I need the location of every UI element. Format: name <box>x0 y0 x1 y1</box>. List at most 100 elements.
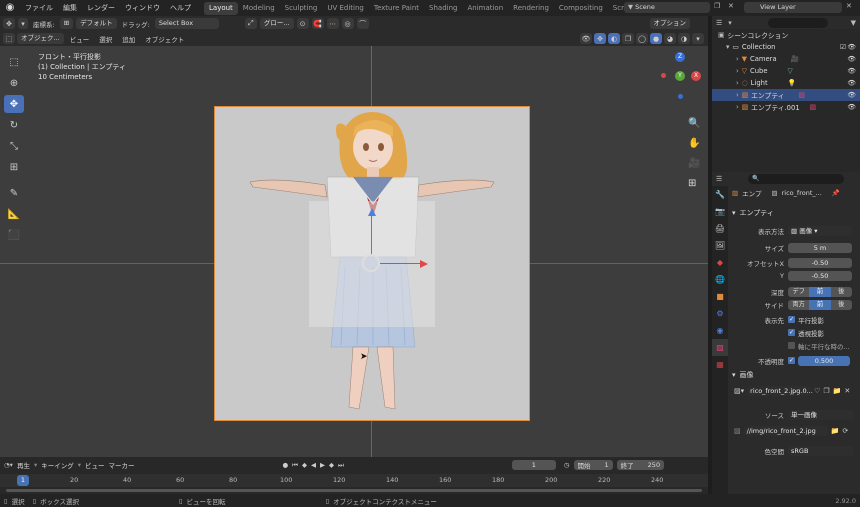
object-tab-icon[interactable]: ■ <box>712 288 728 305</box>
scene-tab-icon[interactable]: ◆ <box>712 254 728 271</box>
tree-item-empty-001[interactable]: › ▨ エンプティ.001 ▨ 👁 <box>712 101 860 113</box>
shading-rendered-icon[interactable]: ◑ <box>678 33 690 44</box>
timeline-editor-icon[interactable]: ◔▾ <box>4 461 13 469</box>
menu-file[interactable]: ファイル <box>20 3 58 13</box>
tree-collection[interactable]: ▾ ▭ Collection ☑ 👁 <box>712 41 860 53</box>
opacity-slider[interactable]: 0.500 <box>798 355 850 366</box>
ortho-checkbox[interactable]: ✓ <box>788 316 795 323</box>
outliner-editor-icon[interactable]: ☰ <box>716 19 722 27</box>
menu-render[interactable]: レンダー <box>82 3 120 13</box>
play-reverse-icon[interactable]: ◀ <box>311 461 316 469</box>
select-tool-icon[interactable]: ⬚ <box>4 53 24 71</box>
browse-file-icon[interactable]: 📁 <box>831 427 840 435</box>
falloff-icon[interactable]: ⌒ <box>356 18 369 29</box>
tree-item-cube[interactable]: › ▽ Cube ▽ 👁 <box>712 65 860 77</box>
collapse-icon[interactable]: ▾ <box>732 371 736 379</box>
copy-scene-icon[interactable]: ❐ <box>714 2 723 13</box>
orientation-icon[interactable]: ⤢ <box>244 18 257 29</box>
gizmo-x-icon[interactable]: X <box>691 71 701 81</box>
delete-scene-icon[interactable]: ✕ <box>728 2 737 13</box>
opacity-checkbox[interactable]: ✓ <box>788 357 795 364</box>
axis-aligned-checkbox[interactable] <box>788 342 795 349</box>
gizmo-y-icon[interactable]: Y <box>675 71 685 81</box>
tab-compositing[interactable]: Compositing <box>554 2 608 15</box>
open-image-icon[interactable]: 📁 <box>833 387 842 395</box>
image-browse-icon[interactable]: ▨▾ <box>734 387 744 395</box>
expand-icon[interactable]: ▾ <box>726 43 729 51</box>
blender-logo-icon[interactable]: ◉ <box>3 1 17 15</box>
properties-search-input[interactable]: 🔍 <box>748 173 845 184</box>
zoom-icon[interactable]: 🔍 <box>688 118 702 132</box>
side-back-button[interactable]: 後 <box>830 299 852 310</box>
expand-icon[interactable]: › <box>736 67 739 75</box>
pack-icon[interactable]: ▨ <box>734 427 741 435</box>
view-layer-tab-icon[interactable]: 🖼 <box>712 237 728 254</box>
view-menu[interactable]: ビュー <box>85 460 105 470</box>
texture-tab-icon[interactable]: ▦ <box>712 356 728 373</box>
render-tab-icon[interactable]: 📷 <box>712 203 728 220</box>
tab-animation[interactable]: Animation <box>462 2 508 15</box>
menu-add[interactable]: 追加 <box>118 34 139 44</box>
shading-solid-icon[interactable]: ● <box>650 33 662 44</box>
gizmo-toggle-icon[interactable]: ✥ <box>594 33 606 44</box>
expand-icon[interactable]: › <box>736 103 739 111</box>
keying-menu[interactable]: キーイング <box>41 460 74 470</box>
end-frame-field[interactable]: 終了 250 <box>616 460 665 470</box>
shading-wireframe-icon[interactable]: ◯ <box>636 33 648 44</box>
tree-item-light[interactable]: › ◌ Light 💡 👁 <box>712 77 860 89</box>
gizmo-neg-x-icon[interactable] <box>661 73 666 78</box>
visibility-icon[interactable]: 👁 <box>580 33 592 44</box>
transform-tool-icon[interactable]: ⊞ <box>4 158 24 176</box>
gizmo-neg-z-icon[interactable] <box>678 94 683 99</box>
jump-start-icon[interactable]: ⏮ <box>292 461 298 470</box>
depth-front-button[interactable]: 前 <box>809 286 831 297</box>
eye-icon[interactable]: 👁 <box>847 67 856 75</box>
section-empty-header[interactable]: ▾ エンプティ <box>732 208 774 218</box>
tab-modeling[interactable]: Modeling <box>238 2 280 15</box>
offset-x-field[interactable]: -0.50 <box>788 257 852 268</box>
shading-options-icon[interactable]: ▾ <box>692 33 704 44</box>
snap-target-icon[interactable]: ⋯ <box>326 18 339 29</box>
eye-icon[interactable]: 👁 <box>847 79 856 87</box>
transform-gizmo-center-icon[interactable] <box>362 254 380 272</box>
menu-view[interactable]: ビュー <box>66 34 94 44</box>
expand-icon[interactable]: › <box>736 55 739 63</box>
clock-icon[interactable]: ◷ <box>564 461 570 469</box>
checkbox-icon[interactable]: ☑ <box>840 43 846 51</box>
marker-menu[interactable]: マーカー <box>108 460 134 470</box>
world-tab-icon[interactable]: 🌐 <box>712 271 728 288</box>
pan-hand-icon[interactable]: ✋ <box>688 138 702 152</box>
eye-icon[interactable]: 👁 <box>847 103 856 111</box>
new-image-icon[interactable]: ❐ <box>823 387 829 395</box>
editor-type-icon[interactable]: ⬚ <box>3 33 15 44</box>
pivot-dropdown[interactable]: グロー... <box>259 18 294 29</box>
expand-icon[interactable]: › <box>736 91 739 99</box>
tree-scene-collection[interactable]: ▣ シーンコレクション <box>712 29 860 41</box>
eye-icon[interactable]: 👁 <box>847 91 856 99</box>
outliner-search-input[interactable] <box>767 17 828 28</box>
tab-texture-paint[interactable]: Texture Paint <box>369 2 424 15</box>
current-frame-field[interactable]: 1 <box>511 460 556 470</box>
gizmo-z-icon[interactable]: Z <box>675 52 685 62</box>
expand-icon[interactable]: › <box>736 79 739 87</box>
tree-item-empty[interactable]: › ▨ エンプティ ▨ 👁 <box>712 89 860 101</box>
scene-selector[interactable]: ▼ Scene <box>624 2 710 13</box>
drag-dropdown[interactable]: Select Box <box>154 18 219 29</box>
tab-shading[interactable]: Shading <box>424 2 462 15</box>
reload-icon[interactable]: ⟳ <box>842 427 848 435</box>
menu-object[interactable]: オブジェクト <box>141 34 188 44</box>
record-icon[interactable]: ● <box>282 461 288 469</box>
add-cube-tool-icon[interactable]: ⬛ <box>4 226 24 244</box>
pivot-point-icon[interactable]: ⊙ <box>296 18 309 29</box>
proportional-edit-icon[interactable]: ◎ <box>341 18 354 29</box>
annotate-tool-icon[interactable]: ✎ <box>4 184 24 202</box>
options-dropdown[interactable]: オプション <box>649 18 690 29</box>
next-key-icon[interactable]: ◆ <box>329 461 334 469</box>
eye-icon[interactable]: 👁 <box>847 55 856 63</box>
rotate-tool-icon[interactable]: ↻ <box>4 116 24 134</box>
xray-icon[interactable]: ❐ <box>622 33 634 44</box>
timeline-ruler[interactable]: 1 20 40 60 80 100 120 140 160 180 200 22… <box>0 474 708 487</box>
size-field[interactable]: 5 m <box>788 242 852 253</box>
start-frame-field[interactable]: 開始 1 <box>573 460 613 470</box>
overlay-toggle-icon[interactable]: ◐ <box>608 33 620 44</box>
